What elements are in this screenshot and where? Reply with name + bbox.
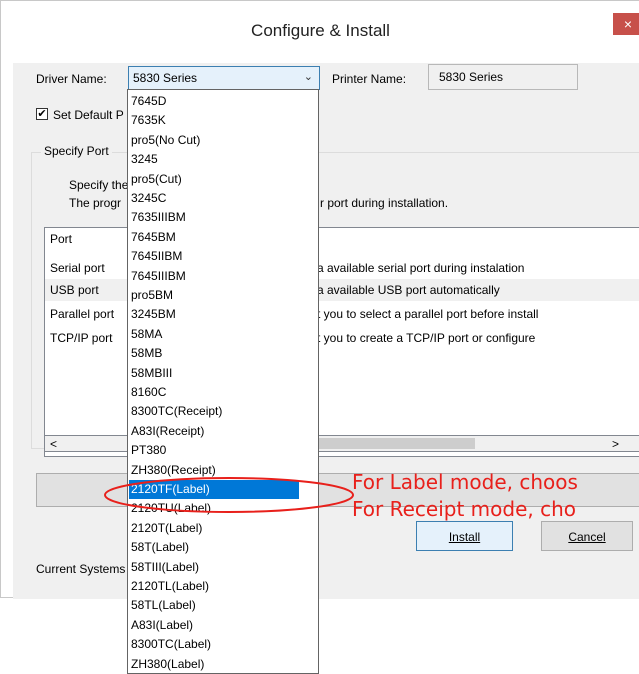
dropdown-item[interactable]: PT380	[131, 441, 166, 460]
port-column-header[interactable]: Port	[50, 232, 72, 246]
port-cell: Parallel port	[50, 307, 115, 321]
dropdown-item[interactable]: 8160C	[131, 383, 166, 402]
dropdown-item[interactable]: 58MA	[131, 325, 162, 344]
dropdown-item[interactable]: 58T(Label)	[131, 538, 189, 557]
install-button[interactable]: Install	[416, 521, 513, 551]
dropdown-item[interactable]: pro5(Cut)	[131, 170, 182, 189]
cancel-button[interactable]: Cancel	[541, 521, 633, 551]
annotation-receipt-mode: For Receipt mode, cho	[352, 497, 577, 521]
dropdown-item[interactable]: 2120TL(Label)	[131, 577, 209, 596]
install-button-label: Install	[448, 530, 481, 544]
dropdown-item[interactable]: 2120T(Label)	[131, 519, 202, 538]
specify-text-line2: The progr	[69, 196, 122, 210]
dropdown-item[interactable]: 7635K	[131, 111, 166, 130]
port-cell: Serial port	[50, 261, 105, 275]
scrollbar-thumb[interactable]	[315, 438, 475, 449]
dropdown-item[interactable]: pro5BM	[131, 286, 173, 305]
dropdown-item[interactable]: 58TL(Label)	[131, 596, 196, 615]
title-bar: Configure & Install ×	[1, 1, 639, 63]
dropdown-item[interactable]: 7645BM	[131, 228, 176, 247]
printer-name-field[interactable]: 5830 Series	[428, 64, 578, 90]
description-cell: t you to select a parallel port before i…	[317, 307, 539, 321]
chevron-down-icon[interactable]: ⌄	[304, 70, 313, 83]
driver-name-label: Driver Name:	[36, 72, 107, 86]
dropdown-item[interactable]: 3245C	[131, 189, 166, 208]
dropdown-item[interactable]: ZH380(Label)	[131, 655, 204, 673]
dropdown-item[interactable]: 3245BM	[131, 305, 176, 324]
driver-name-value: 5830 Series	[133, 71, 198, 85]
dropdown-item[interactable]: 3245	[131, 150, 158, 169]
driver-dropdown-list[interactable]: 7645D 7635K pro5(No Cut) 3245 pro5(Cut) 3245C…	[127, 89, 319, 674]
set-default-label: Set Default P	[53, 108, 124, 122]
specify-text-line1: Specify the	[69, 178, 129, 192]
annotation-label-mode: For Label mode, choos	[352, 470, 578, 494]
chevron-left-icon[interactable]: <	[50, 437, 57, 451]
current-system-label: Current Systems	[36, 562, 126, 576]
dropdown-item[interactable]: 7635IIIBM	[131, 208, 186, 227]
dropdown-item[interactable]: 58TIII(Label)	[131, 558, 199, 577]
driver-name-combobox[interactable]: 5830 Series ⌄	[128, 66, 320, 90]
description-cell: a available serial port during instalati…	[317, 261, 525, 275]
description-cell: t you to create a TCP/IP port or configu…	[317, 331, 536, 345]
port-cell: TCP/IP port	[50, 331, 113, 345]
description-cell: a available USB port automatically	[317, 283, 500, 297]
specify-text-line2-rest: r port during installation.	[320, 196, 449, 210]
window-title: Configure & Install	[251, 21, 390, 40]
highlight-ellipse	[104, 477, 354, 513]
specify-port-label: Specify Port	[41, 144, 112, 158]
chevron-right-icon[interactable]: >	[612, 437, 619, 451]
set-default-checkbox[interactable]: ✔	[36, 108, 48, 120]
dropdown-item[interactable]: 58MBIII	[131, 364, 172, 383]
dropdown-item[interactable]: A83I(Receipt)	[131, 422, 204, 441]
cancel-button-label: Cancel	[568, 530, 606, 544]
dropdown-item[interactable]: 8300TC(Label)	[131, 635, 211, 654]
printer-name-value: 5830 Series	[439, 70, 504, 84]
dropdown-item[interactable]: pro5(No Cut)	[131, 131, 200, 150]
port-cell: USB port	[50, 283, 99, 297]
dropdown-item[interactable]: A83I(Label)	[131, 616, 193, 635]
dropdown-item[interactable]: 7645D	[131, 92, 166, 111]
dropdown-item[interactable]: 7645IIIBM	[131, 267, 186, 286]
close-button[interactable]: ×	[613, 13, 639, 35]
dropdown-item[interactable]: 8300TC(Receipt)	[131, 402, 222, 421]
dropdown-item[interactable]: 58MB	[131, 344, 162, 363]
dropdown-item[interactable]: 7645IIBM	[131, 247, 182, 266]
printer-name-label: Printer Name:	[332, 72, 407, 86]
